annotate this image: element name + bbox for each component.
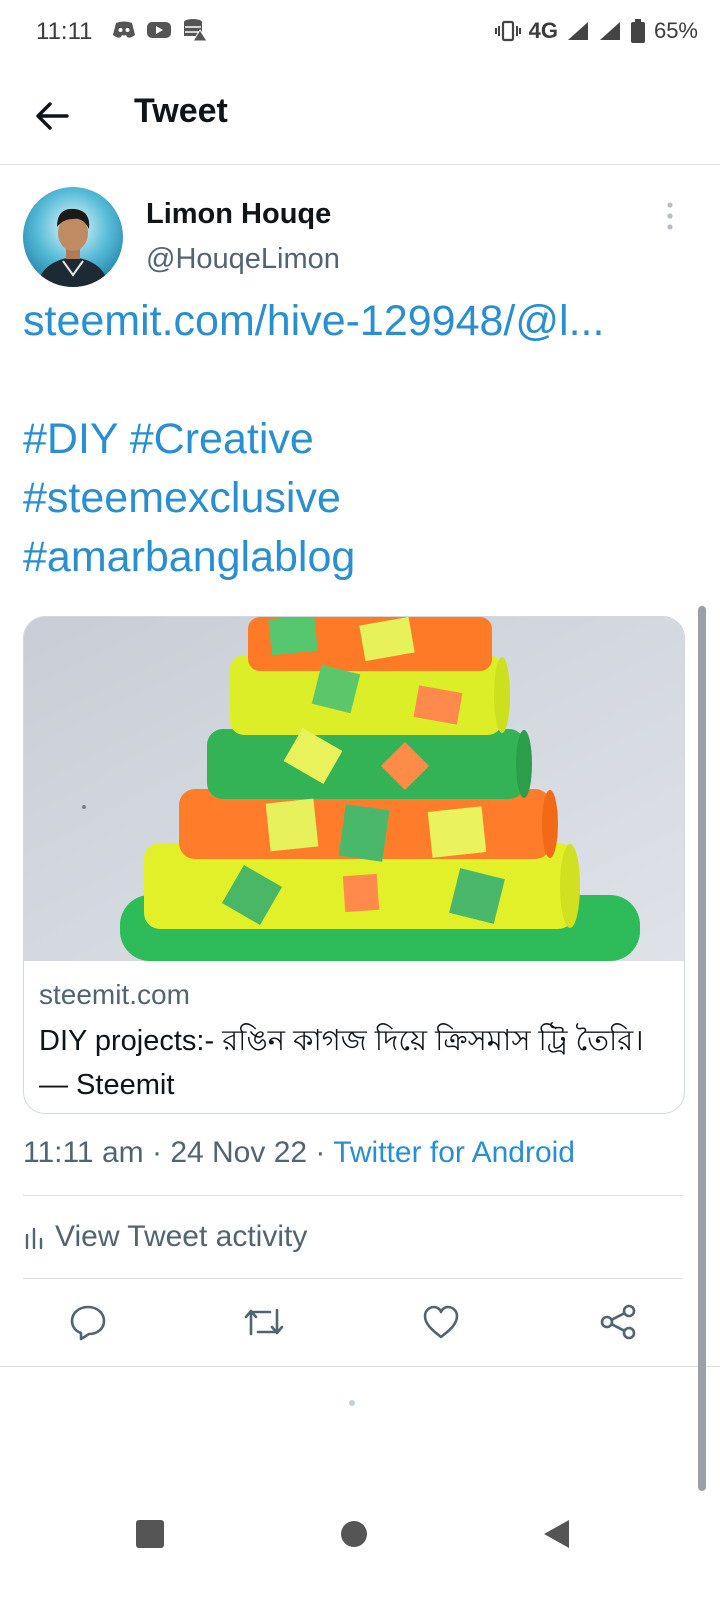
system-nav-bar	[0, 1490, 720, 1600]
link-card[interactable]: steemit.com DIY projects:- রঙিন কাগজ দিয…	[23, 616, 685, 1114]
like-button[interactable]	[419, 1300, 463, 1344]
avatar-image	[23, 187, 123, 287]
more-options-button[interactable]	[660, 200, 680, 232]
back-nav-button[interactable]	[534, 1512, 578, 1556]
meta-separator: ·	[315, 1136, 334, 1169]
bar-chart-icon	[25, 1227, 43, 1249]
view-activity-button[interactable]: View Tweet activity	[23, 1196, 683, 1278]
youtube-icon	[147, 22, 171, 38]
hashtag-line[interactable]: #steemexclusive	[23, 469, 703, 528]
page-title: Tweet	[134, 92, 228, 130]
network-type: 4G	[528, 18, 558, 43]
card-domain: steemit.com	[39, 979, 190, 1010]
hashtag-line[interactable]: #amarbanglablog	[23, 528, 703, 587]
status-right: 4G 65%	[494, 18, 698, 44]
battery-icon	[630, 19, 645, 43]
vibrate-icon	[494, 20, 521, 42]
divider	[23, 1278, 683, 1279]
recents-square-icon	[136, 1520, 164, 1548]
hashtag-line[interactable]: #DIY #Creative	[23, 410, 703, 469]
tweet-link[interactable]: steemit.com/hive-129948/@l...	[23, 292, 703, 351]
reply-button[interactable]	[66, 1300, 110, 1344]
view-activity-label: View Tweet activity	[55, 1220, 308, 1253]
status-bar: 11:11 4G 65%	[0, 0, 720, 64]
status-time: 11:11	[36, 18, 93, 45]
author-handle[interactable]: @HouqeLimon	[146, 243, 340, 276]
avatar[interactable]	[23, 187, 123, 287]
more-vertical-icon	[667, 202, 673, 230]
retweet-button[interactable]	[242, 1300, 286, 1344]
retweet-icon	[244, 1308, 284, 1336]
scrollbar[interactable]	[698, 606, 706, 1491]
back-button[interactable]	[30, 94, 74, 138]
notification-icons	[112, 18, 208, 42]
home-button[interactable]	[332, 1512, 376, 1556]
tweet-text: steemit.com/hive-129948/@l... #DIY #Crea…	[23, 292, 703, 587]
share-icon	[600, 1304, 636, 1340]
reply-icon	[70, 1305, 106, 1341]
app-bar: Tweet	[0, 64, 720, 165]
tweet-source[interactable]: Twitter for Android	[333, 1136, 575, 1169]
meta-separator: ·	[151, 1136, 171, 1169]
battery-percent: 65%	[653, 18, 698, 43]
arrow-left-icon	[36, 102, 69, 130]
signal-icon	[567, 22, 588, 40]
loading-indicator	[349, 1400, 355, 1406]
signal-icon-2	[599, 22, 620, 40]
card-image	[24, 617, 684, 961]
tweet-actions	[0, 1280, 720, 1366]
tweet-meta: 11:11 am · 24 Nov 22 · Twitter for Andro…	[23, 1136, 575, 1170]
data-saver-icon	[184, 19, 208, 42]
back-triangle-icon	[544, 1520, 569, 1548]
divider	[0, 1366, 720, 1367]
like-icon	[423, 1305, 459, 1339]
share-button[interactable]	[596, 1300, 640, 1344]
card-title: DIY projects:- রঙিন কাগজ দিয়ে ক্রিসমাস …	[39, 1025, 644, 1101]
discord-icon	[113, 21, 135, 38]
tweet-date: 24 Nov 22	[170, 1136, 308, 1169]
author-name[interactable]: Limon Houqe	[146, 198, 331, 231]
home-circle-icon	[341, 1521, 367, 1547]
tweet-time: 11:11 am	[23, 1136, 144, 1169]
recents-button[interactable]	[128, 1512, 172, 1556]
